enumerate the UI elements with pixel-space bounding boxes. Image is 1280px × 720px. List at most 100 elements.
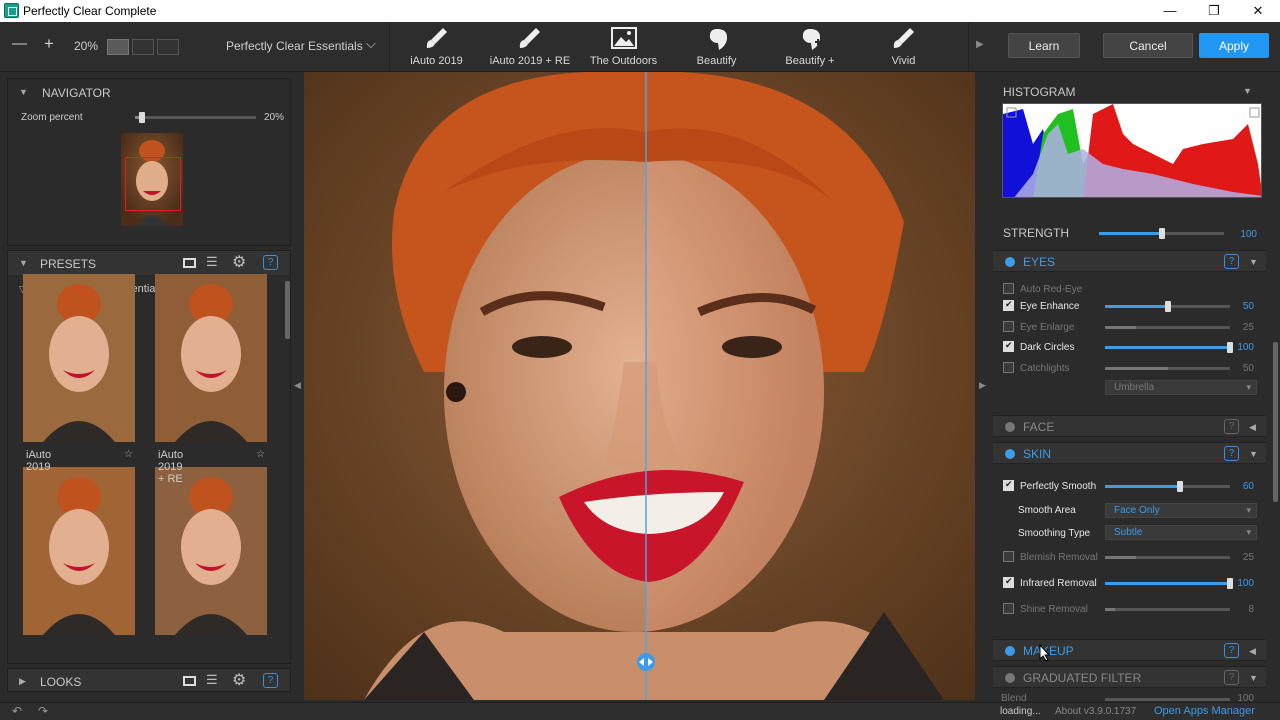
chevron-right-icon[interactable]: ▶ bbox=[976, 39, 984, 50]
smooth-area-select[interactable]: Face Only bbox=[1105, 503, 1257, 518]
shine-removal-slider[interactable] bbox=[1105, 608, 1230, 611]
makeup-section-header[interactable]: MAKEUP ? ◀ bbox=[993, 639, 1266, 661]
single-view-button[interactable] bbox=[107, 39, 129, 55]
preset-tab-2[interactable]: iAuto 2019 + RE bbox=[483, 22, 577, 72]
preset-tab-4[interactable]: Beautify bbox=[670, 22, 763, 72]
close-button[interactable]: ✕ bbox=[1236, 0, 1280, 22]
zoom-out-button[interactable]: — bbox=[12, 35, 27, 52]
favorite-star-icon[interactable]: ☆ bbox=[124, 449, 133, 460]
preset-tab-3[interactable]: The Outdoors bbox=[577, 22, 670, 72]
section-enabled-icon[interactable] bbox=[1005, 449, 1015, 459]
collapse-triangle-icon[interactable]: ▼ bbox=[1243, 86, 1252, 96]
preset-tab-5[interactable]: Beautify + bbox=[763, 22, 857, 72]
eye-option-slider[interactable] bbox=[1105, 342, 1233, 353]
preset-tab-1[interactable]: iAuto 2019 bbox=[390, 22, 483, 72]
preset-tab-label: Beautify + bbox=[785, 55, 835, 67]
help-icon[interactable]: ? bbox=[1224, 670, 1239, 685]
about-link[interactable]: About v3.9.0.1737 bbox=[1055, 706, 1136, 717]
blend-slider[interactable] bbox=[1105, 698, 1230, 701]
collapse-triangle-icon[interactable]: ▼ bbox=[1249, 449, 1258, 459]
help-icon[interactable]: ? bbox=[1224, 419, 1239, 434]
eye-option-checkbox[interactable] bbox=[1003, 321, 1014, 332]
preset-thumbnail[interactable] bbox=[155, 274, 267, 442]
expand-triangle-icon[interactable]: ◀ bbox=[1249, 646, 1256, 657]
preset-group-select[interactable]: Perfectly Clear Essentials bbox=[226, 39, 363, 53]
help-icon[interactable]: ? bbox=[1224, 254, 1239, 269]
face-section-header[interactable]: FACE ? ◀ bbox=[993, 415, 1266, 437]
eye-option-slider[interactable] bbox=[1105, 326, 1230, 329]
perfectly-smooth-checkbox[interactable] bbox=[1003, 479, 1014, 491]
redo-icon[interactable]: ↷ bbox=[38, 704, 48, 718]
skin-section-header[interactable]: SKIN ? ▼ bbox=[993, 442, 1266, 464]
right-panel-scrollbar[interactable] bbox=[1273, 342, 1278, 502]
slider-knob[interactable] bbox=[1158, 228, 1165, 239]
infrared-removal-checkbox[interactable] bbox=[1003, 576, 1014, 588]
blemish-removal-checkbox[interactable] bbox=[1003, 551, 1014, 562]
eye-option-checkbox[interactable] bbox=[1003, 340, 1014, 352]
collapse-left-panel-icon[interactable]: ◀ bbox=[294, 380, 301, 391]
help-icon[interactable]: ? bbox=[1224, 446, 1239, 461]
split-view-button[interactable] bbox=[132, 39, 154, 55]
chevron-down-icon[interactable]: ⌵ bbox=[366, 36, 376, 52]
side-by-side-view-button[interactable] bbox=[157, 39, 179, 55]
eye-option-label: Eye Enhance bbox=[1020, 301, 1080, 312]
smoothing-type-select[interactable]: Subtle bbox=[1105, 525, 1257, 540]
collapse-triangle-icon[interactable]: ▼ bbox=[1249, 257, 1258, 267]
zoom-percent-slider[interactable] bbox=[135, 112, 256, 123]
shine-removal-checkbox[interactable] bbox=[1003, 603, 1014, 614]
help-icon[interactable]: ? bbox=[1224, 643, 1239, 658]
learn-button[interactable]: Learn bbox=[1008, 33, 1080, 58]
slider-knob[interactable] bbox=[1164, 301, 1171, 312]
open-apps-manager-link[interactable]: Open Apps Manager bbox=[1154, 705, 1255, 717]
list-view-icon[interactable]: ☰ bbox=[206, 672, 218, 688]
infrared-removal-slider[interactable] bbox=[1105, 578, 1233, 589]
eye-option-slider[interactable] bbox=[1105, 301, 1230, 312]
right-panel: HISTOGRAM ▼ STRENGTH 100 EYES ? ▼ Auto R… bbox=[993, 72, 1280, 702]
strength-slider[interactable] bbox=[1099, 228, 1224, 239]
preset-tab-6[interactable]: Vivid bbox=[857, 22, 950, 72]
slider-knob[interactable] bbox=[139, 112, 146, 123]
gear-icon[interactable]: ⚙ bbox=[232, 252, 246, 272]
collapse-triangle-icon[interactable]: ▼ bbox=[19, 258, 28, 268]
eye-option-checkbox[interactable] bbox=[1003, 283, 1014, 294]
section-enabled-icon[interactable] bbox=[1005, 257, 1015, 267]
eye-option-checkbox[interactable] bbox=[1003, 299, 1014, 311]
grid-view-icon[interactable] bbox=[183, 258, 196, 268]
preset-thumbnail[interactable] bbox=[23, 467, 135, 635]
list-view-icon[interactable]: ☰ bbox=[206, 254, 218, 270]
help-icon[interactable]: ? bbox=[263, 255, 278, 270]
maximize-button[interactable]: ❐ bbox=[1192, 0, 1236, 22]
eye-option-slider[interactable] bbox=[1105, 367, 1230, 370]
cancel-button[interactable]: Cancel bbox=[1103, 33, 1193, 58]
collapse-triangle-icon[interactable]: ▼ bbox=[1249, 673, 1258, 683]
eye-option-checkbox[interactable] bbox=[1003, 362, 1014, 373]
collapse-right-panel-icon[interactable]: ▶ bbox=[979, 380, 986, 391]
image-canvas[interactable] bbox=[304, 72, 975, 700]
presets-scrollbar[interactable] bbox=[285, 281, 290, 339]
section-enabled-icon[interactable] bbox=[1005, 646, 1015, 656]
catchlight-type-select[interactable]: Umbrella bbox=[1105, 380, 1257, 395]
help-icon[interactable]: ? bbox=[263, 673, 278, 688]
grid-view-icon[interactable] bbox=[183, 676, 196, 686]
preset-thumbnail[interactable] bbox=[23, 274, 135, 442]
viewport-rectangle[interactable] bbox=[125, 157, 181, 211]
expand-triangle-icon[interactable]: ◀ bbox=[1249, 422, 1256, 433]
infrared-removal-label: Infrared Removal bbox=[1020, 578, 1097, 589]
minimize-button[interactable]: — bbox=[1148, 0, 1192, 22]
slider-knob[interactable] bbox=[1177, 481, 1183, 492]
navigator-thumbnail[interactable] bbox=[121, 133, 183, 226]
zoom-in-button[interactable]: + bbox=[44, 34, 54, 54]
blemish-removal-slider[interactable] bbox=[1105, 556, 1230, 559]
apply-button[interactable]: Apply bbox=[1199, 33, 1269, 58]
favorite-star-icon[interactable]: ☆ bbox=[256, 449, 265, 460]
perfectly-smooth-slider[interactable] bbox=[1105, 481, 1230, 492]
gear-icon[interactable]: ⚙ bbox=[232, 670, 246, 690]
preset-thumbnail[interactable] bbox=[155, 467, 267, 635]
graduated-filter-section-header[interactable]: GRADUATED FILTER ? ▼ bbox=[993, 666, 1266, 688]
eyes-section-header[interactable]: EYES ? ▼ bbox=[993, 250, 1266, 272]
section-disabled-icon[interactable] bbox=[1005, 673, 1015, 683]
undo-icon[interactable]: ↶ bbox=[12, 704, 22, 718]
section-disabled-icon[interactable] bbox=[1005, 422, 1015, 432]
collapse-triangle-icon[interactable]: ▼ bbox=[19, 87, 28, 97]
expand-triangle-icon[interactable]: ▶ bbox=[19, 676, 26, 687]
